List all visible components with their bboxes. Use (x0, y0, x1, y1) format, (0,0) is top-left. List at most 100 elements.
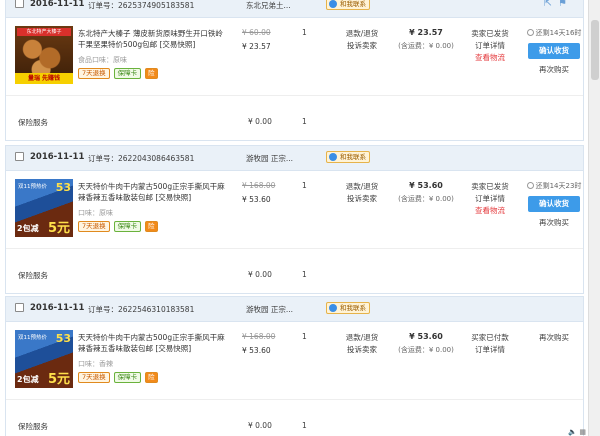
service-badges: 7天退换 保障卡险 (78, 372, 162, 383)
order-card: 2016-11-11 订单号：2622546310183581 游牧园 正宗..… (5, 296, 584, 436)
order-number: 订单号：2625374905183581 (88, 1, 195, 10)
order-details-link[interactable]: 订单详情 (464, 193, 516, 205)
product-title-link[interactable]: 天天特价牛肉干内蒙古500g正宗手撕风干麻辣香辣五香味散装包邮 [交易快照] (78, 181, 228, 203)
refund-return-link[interactable]: 退款/退货 (338, 181, 386, 193)
complain-seller-link[interactable]: 投诉卖家 (338, 344, 386, 356)
product-title-link[interactable]: 天天特价牛肉干内蒙古500g正宗手撕风干麻辣香辣五香味散装包邮 [交易快照] (78, 332, 228, 354)
after-sale-links: 退款/退货 投诉卖家 (338, 28, 386, 52)
product-thumbnail[interactable]: 东北特产大榛子 量瑞 先赚钱 (15, 26, 73, 84)
guarantee-card-badge[interactable]: 保障卡 (113, 372, 142, 383)
view-logistics-link[interactable]: 查看物流 (464, 205, 516, 217)
order-item: 双11预热价 53 2包减 5元 天天特价牛肉干内蒙古500g正宗手撕风干麻辣香… (6, 171, 583, 249)
product-thumbnail[interactable]: 双11预热价 53 2包减 5元 (15, 330, 73, 388)
order-details-link[interactable]: 订单详情 (464, 40, 516, 52)
insurance-badge[interactable]: 险 (145, 68, 158, 79)
thumb-price-text: 53 (55, 332, 71, 345)
order-total: ¥ 53.60 (含运费：¥ 0.00) (396, 332, 456, 355)
quantity: 1 (302, 332, 307, 341)
confirm-receipt-button[interactable]: 确认收货 (528, 43, 580, 59)
insurance-qty: 1 (302, 270, 307, 279)
service-badges: 7天退换 保障卡险 (78, 68, 162, 79)
clock-icon (526, 29, 534, 36)
insurance-badge[interactable]: 险 (145, 221, 158, 232)
seven-day-return-badge[interactable]: 7天退换 (78, 372, 110, 383)
contact-seller-button[interactable]: 和我联系 (326, 302, 370, 314)
product-thumbnail[interactable]: 双11预热价 53 2包减 5元 (15, 179, 73, 237)
confirm-receipt-button[interactable]: 确认收货 (528, 196, 580, 212)
seven-day-return-badge[interactable]: 7天退换 (78, 221, 110, 232)
product-attribute: 食品口味：原味 (78, 56, 127, 64)
shipping-fee: (含运费：¥ 0.00) (398, 42, 454, 50)
insurance-qty: 1 (302, 117, 307, 126)
contact-seller-button[interactable]: 和我联系 (326, 151, 370, 163)
guarantee-card-badge[interactable]: 保障卡 (113, 68, 142, 79)
order-status: 卖家已发货 订单详情 查看物流 (464, 181, 516, 217)
product-title-link[interactable]: 东北特产大榛子 薄皮新货原味野生开口铁岭干果坚果特价500g包邮 [交易快照] (78, 28, 228, 50)
insurance-row: 保险服务 ¥ 0.00 1 (6, 96, 583, 140)
quantity: 1 (302, 28, 307, 37)
thumb-top-text: 东北特产大榛子 (17, 28, 71, 36)
thumb-tag-text: 量瑞 先赚钱 (15, 73, 73, 84)
quantity: 1 (302, 181, 307, 190)
unit-price: ¥ 53.60 (242, 346, 271, 355)
total-amount: ¥ 23.57 (409, 28, 443, 37)
order-date: 2016-11-11 (30, 303, 85, 313)
thumb-discount-text: 2包减 (17, 375, 39, 384)
status-text: 卖家已发货 (471, 29, 509, 38)
complain-seller-link[interactable]: 投诉卖家 (338, 40, 386, 52)
order-checkbox[interactable] (15, 303, 24, 312)
order-date: 2016-11-11 (30, 152, 85, 162)
order-list: 2016-11-11 订单号：2625374905183581 东北兄弟土...… (0, 0, 588, 436)
contact-seller-button[interactable]: 和我联系 (326, 0, 370, 10)
after-sale-links: 退款/退货 投诉卖家 (338, 181, 386, 205)
insurance-row: 保险服务 ¥ 0.00 1 (6, 400, 583, 436)
total-amount: ¥ 53.60 (409, 332, 443, 341)
speaker-icon[interactable]: 🔈 (568, 428, 577, 436)
order-checkbox[interactable] (15, 152, 24, 161)
order-operations: 再次购买 (524, 332, 584, 343)
vertical-scrollbar[interactable] (588, 0, 600, 436)
network-icon[interactable]: ▦ (579, 428, 586, 436)
shop-name-link[interactable]: 游牧园 正宗... (246, 304, 293, 315)
thumb-discount-text: 2包减 (17, 224, 39, 233)
original-price: ¥ 168.00 (242, 332, 276, 341)
order-item: 东北特产大榛子 量瑞 先赚钱 东北特产大榛子 薄皮新货原味野生开口铁岭干果坚果特… (6, 18, 583, 96)
remaining-time-text: 还剩14天16时 (535, 29, 582, 37)
chat-icon (329, 304, 337, 312)
insurance-price: ¥ 0.00 (248, 421, 272, 430)
buy-again-link[interactable]: 再次购买 (524, 64, 584, 75)
order-number: 订单号：2622043086463581 (88, 154, 195, 163)
order-card: 2016-11-11 订单号：2622043086463581 游牧园 正宗..… (5, 145, 584, 294)
order-status: 买家已付款 订单详情 (464, 332, 516, 356)
contact-label: 和我联系 (340, 304, 366, 312)
insurance-price: ¥ 0.00 (248, 270, 272, 279)
insurance-badge[interactable]: 险 (145, 372, 158, 383)
after-sale-links: 退款/退货 投诉卖家 (338, 332, 386, 356)
product-attribute: 口味：香辣 (78, 360, 113, 368)
guarantee-card-badge[interactable]: 保障卡 (113, 221, 142, 232)
complain-seller-link[interactable]: 投诉卖家 (338, 193, 386, 205)
refund-return-link[interactable]: 退款/退货 (338, 332, 386, 344)
flag-icon[interactable]: ⚑ (558, 0, 567, 9)
view-logistics-link[interactable]: 查看物流 (464, 52, 516, 64)
seven-day-return-badge[interactable]: 7天退换 (78, 68, 110, 79)
buy-again-link[interactable]: 再次购买 (524, 217, 584, 228)
thumb-discount-amount: 5元 (47, 372, 70, 387)
insurance-row: 保险服务 ¥ 0.00 1 (6, 249, 583, 293)
scrollbar-thumb[interactable] (591, 20, 599, 80)
unit-price: ¥ 23.57 (242, 42, 271, 51)
order-checkbox[interactable] (15, 0, 24, 8)
buy-again-link[interactable]: 再次购买 (524, 332, 584, 343)
insurance-label: 保险服务 (18, 118, 48, 127)
share-icon[interactable]: ⇱ (544, 0, 552, 9)
order-total: ¥ 53.60 (含运费：¥ 0.00) (396, 181, 456, 204)
shop-name-link[interactable]: 游牧园 正宗... (246, 153, 293, 164)
refund-return-link[interactable]: 退款/退货 (338, 28, 386, 40)
order-item: 双11预热价 53 2包减 5元 天天特价牛肉干内蒙古500g正宗手撕风干麻辣香… (6, 322, 583, 400)
header-actions: ⇱ ⚑ (538, 0, 567, 9)
order-number: 订单号：2622546310183581 (88, 305, 195, 314)
chat-icon (329, 0, 337, 8)
order-details-link[interactable]: 订单详情 (464, 344, 516, 356)
shop-name-link[interactable]: 东北兄弟土... (246, 0, 291, 11)
order-header: 2016-11-11 订单号：2622546310183581 游牧园 正宗..… (6, 297, 583, 322)
